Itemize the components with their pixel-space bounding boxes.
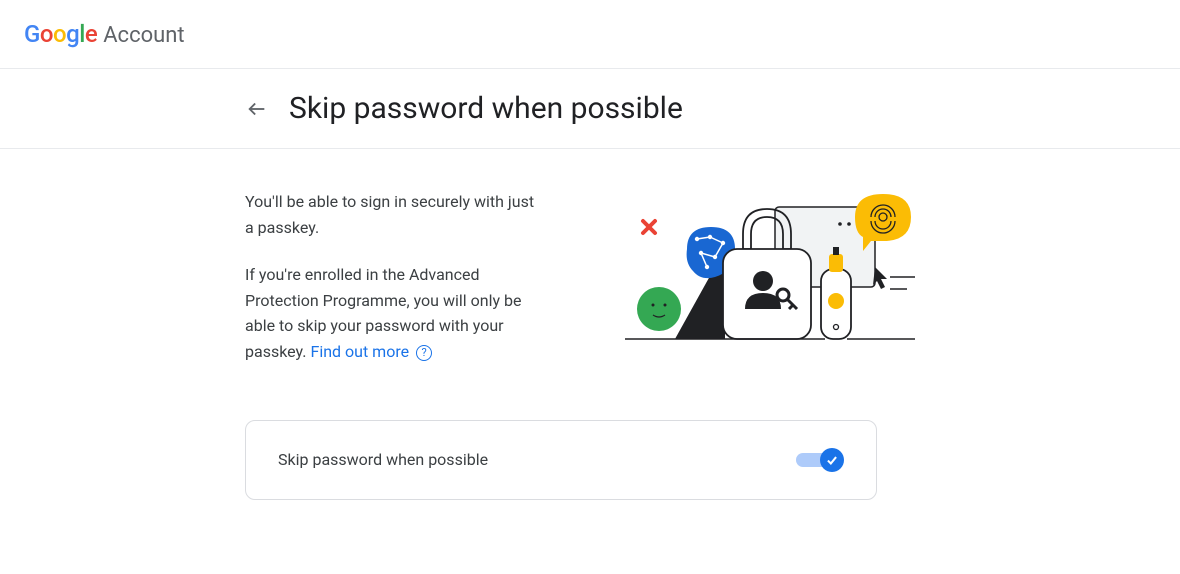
app-header: Google Account: [0, 0, 1180, 69]
setting-card: Skip password when possible: [245, 420, 877, 500]
check-icon: [825, 453, 839, 467]
product-name: Account: [103, 23, 184, 48]
page-title: Skip password when possible: [289, 91, 683, 126]
learn-more-link[interactable]: Find out more: [310, 342, 409, 361]
google-logo: Google: [24, 20, 97, 48]
skip-password-toggle[interactable]: [796, 449, 844, 471]
passkey-illustration: [615, 189, 925, 359]
google-account-logo[interactable]: Google Account: [24, 20, 1156, 48]
description-paragraph-2: If you're enrolled in the Advanced Prote…: [245, 262, 545, 364]
arrow-left-icon: [246, 98, 268, 120]
help-icon[interactable]: ?: [416, 345, 432, 361]
description-paragraph-1: You'll be able to sign in securely with …: [245, 189, 545, 240]
toggle-thumb: [820, 448, 844, 472]
description-column: You'll be able to sign in securely with …: [245, 189, 545, 365]
title-bar: Skip password when possible: [0, 69, 1180, 149]
setting-label: Skip password when possible: [278, 450, 488, 469]
back-button[interactable]: [245, 97, 269, 121]
main-content: You'll be able to sign in securely with …: [0, 149, 1180, 365]
